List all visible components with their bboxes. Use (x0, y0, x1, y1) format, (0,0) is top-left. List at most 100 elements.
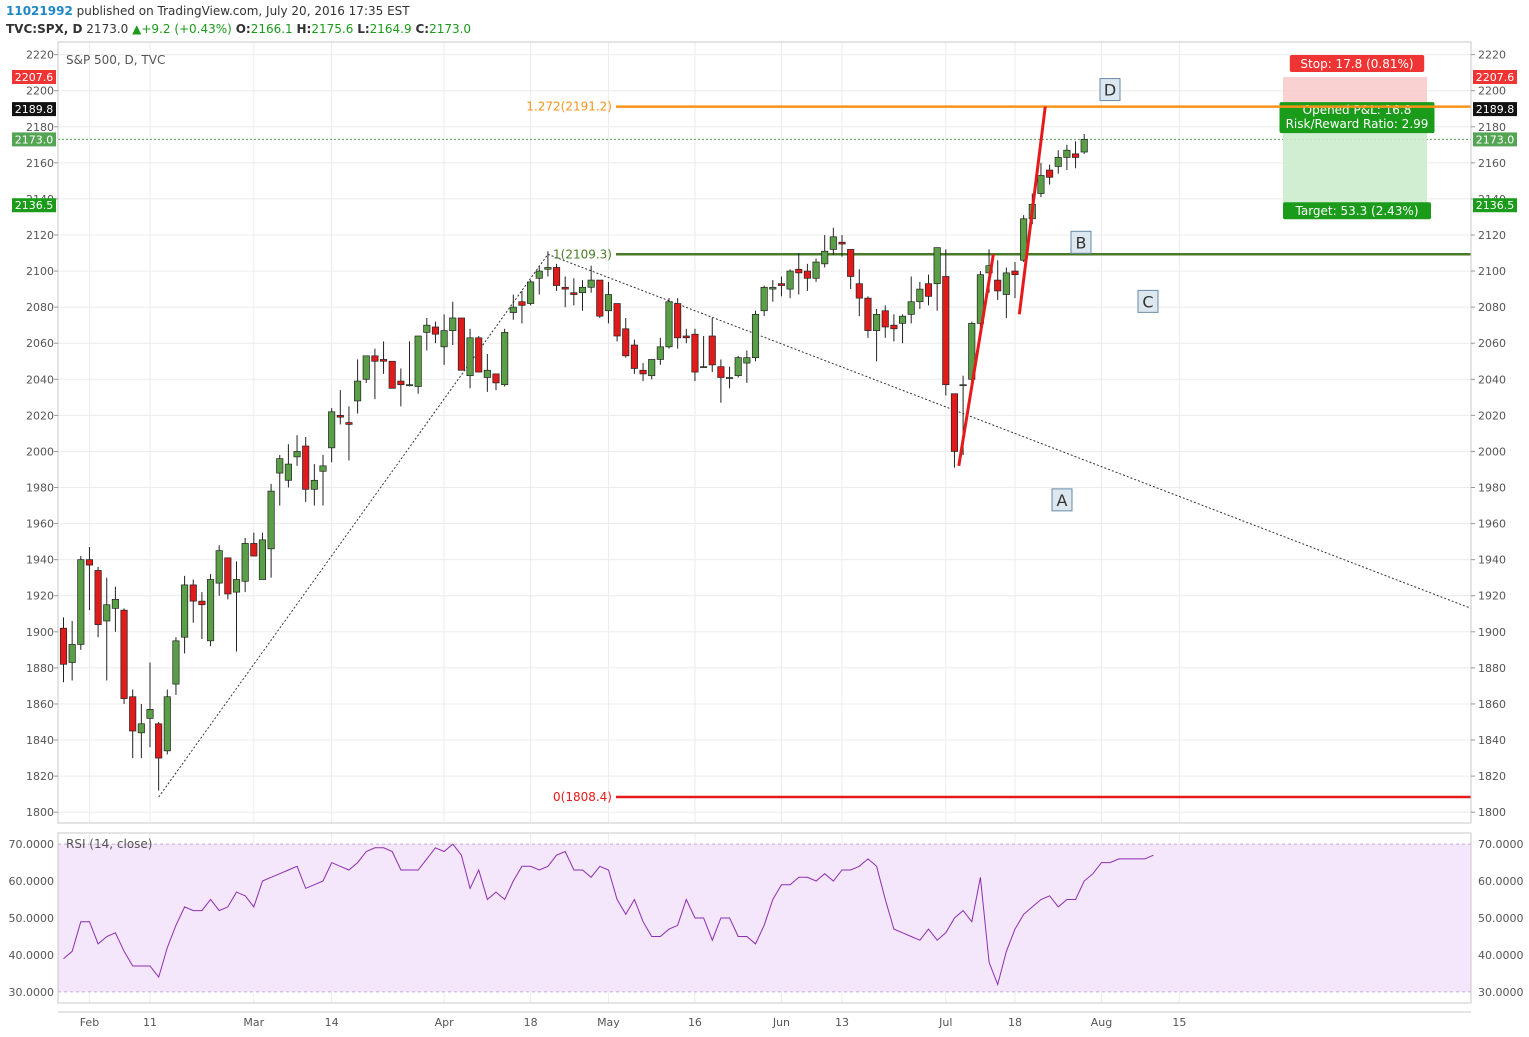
rsi-tick-label: 70.0000 (9, 838, 55, 851)
candle-body (751, 314, 760, 358)
candle-body (241, 543, 249, 582)
candle-body (786, 270, 794, 290)
price-badge-left: 2189.8 (15, 103, 54, 116)
abcd-pattern[interactable]: A B C D (957, 78, 1159, 512)
candle-body (181, 584, 189, 638)
rsi-tick-label: 30.0000 (1478, 986, 1524, 999)
candle-body (933, 247, 941, 285)
candle-body (743, 357, 751, 364)
price-chart[interactable]: Stop: 17.8 (0.81%) Target: 53.3 (2.43%) Op… (0, 0, 1529, 1037)
candle-body (189, 584, 197, 602)
candle-body (501, 332, 509, 386)
candle-body (137, 723, 145, 734)
rsi-band (58, 844, 1471, 992)
candle-body (535, 270, 543, 279)
chart-title: S&P 500, D, TVC (66, 53, 165, 67)
y-tick-label: 1860 (26, 698, 54, 711)
candle-body (1046, 169, 1054, 178)
price-badge-right: 2136.5 (1476, 199, 1515, 212)
x-tick-label: 14 (325, 1016, 339, 1029)
candle-body (838, 241, 846, 245)
y-tick-label: 2180 (26, 121, 54, 134)
candle-body (769, 286, 777, 290)
price-badge-left: 2207.6 (15, 71, 54, 84)
candle-body (354, 380, 362, 402)
candle-body (103, 604, 111, 622)
candle-body (708, 335, 716, 366)
y-tick-label: 1820 (1478, 770, 1506, 783)
candle-body (284, 463, 292, 481)
candle-body (276, 458, 284, 474)
x-tick-label: May (597, 1016, 620, 1029)
uptrend-line (158, 254, 549, 798)
y-tick-label: 2020 (1478, 409, 1506, 422)
candle-body (146, 709, 154, 719)
y-tick-label: 1840 (26, 734, 54, 747)
y-tick-label: 1960 (1478, 518, 1506, 531)
candle-body (258, 539, 267, 580)
x-tick-label: Feb (80, 1016, 99, 1029)
candle-body (77, 559, 85, 645)
candle-body (267, 490, 275, 550)
candle-body (552, 267, 561, 286)
candle-body (232, 579, 241, 593)
candle-body (700, 366, 708, 369)
y-tick-label: 1940 (1478, 554, 1506, 567)
fib-level-label: 0(1808.4) (553, 790, 612, 804)
price-badge-right: 2207.6 (1476, 71, 1515, 84)
stop-label: Stop: 17.8 (0.81%) (1300, 57, 1413, 71)
candle-body (250, 543, 258, 557)
candle-body (898, 315, 907, 324)
candle-body (155, 723, 163, 759)
candle-body (821, 250, 829, 265)
candle-body (371, 355, 379, 362)
x-tick-label: Jun (772, 1016, 790, 1029)
rsi-tick-label: 60.0000 (9, 875, 55, 888)
rsi-tick-label: 70.0000 (1478, 838, 1524, 851)
y-tick-label: 2080 (26, 301, 54, 314)
candle-body (656, 346, 664, 360)
candle-body (414, 335, 422, 387)
y-tick-label: 1900 (1478, 626, 1506, 639)
candle-body (881, 310, 889, 328)
candle-body (1054, 157, 1062, 167)
candle-body (215, 550, 223, 584)
candle-body (431, 326, 440, 335)
y-tick-label: 2120 (1478, 229, 1506, 242)
cd-leg (1017, 106, 1047, 315)
candle-body (310, 479, 318, 490)
candle-body (717, 366, 725, 378)
y-tick-label: 1820 (26, 770, 54, 783)
y-tick-label: 2200 (1478, 85, 1506, 98)
candle-body (674, 303, 682, 339)
y-tick-label: 1860 (1478, 698, 1506, 711)
candle-body (725, 377, 734, 379)
y-tick-label: 1920 (1478, 590, 1506, 603)
rsi-tick-label: 60.0000 (1478, 875, 1524, 888)
y-tick-label: 2220 (26, 49, 54, 62)
candle-body (639, 369, 647, 375)
fib-level-label: 1(2109.3) (553, 247, 612, 261)
x-tick-label: Mar (243, 1016, 264, 1029)
candle-body (302, 445, 310, 490)
candle-body (613, 303, 621, 337)
candle-body (890, 324, 898, 330)
y-tick-label: 2200 (26, 85, 54, 98)
fib-level-label: 1.272(2191.2) (526, 100, 612, 114)
target-label: Target: 53.3 (2.43%) (1295, 204, 1419, 218)
candle-body (59, 627, 68, 665)
position-tool[interactable]: Stop: 17.8 (0.81%) Target: 53.3 (2.43%) Op… (1279, 54, 1435, 220)
candle-body (682, 335, 690, 339)
candle-body (224, 557, 232, 595)
candle-body (924, 283, 933, 297)
candle-body (440, 330, 448, 348)
candle-body (111, 598, 119, 609)
pnl-label: Opened P&L: 16.8 (1303, 103, 1412, 117)
rsi-tick-label: 50.0000 (1478, 912, 1524, 925)
trend-lines[interactable] (158, 253, 1472, 798)
y-tick-label: 2160 (1478, 157, 1506, 170)
candle-body (561, 286, 569, 290)
y-tick-label: 1880 (26, 662, 54, 675)
candle-body (483, 369, 491, 378)
x-tick-label: Apr (435, 1016, 455, 1029)
